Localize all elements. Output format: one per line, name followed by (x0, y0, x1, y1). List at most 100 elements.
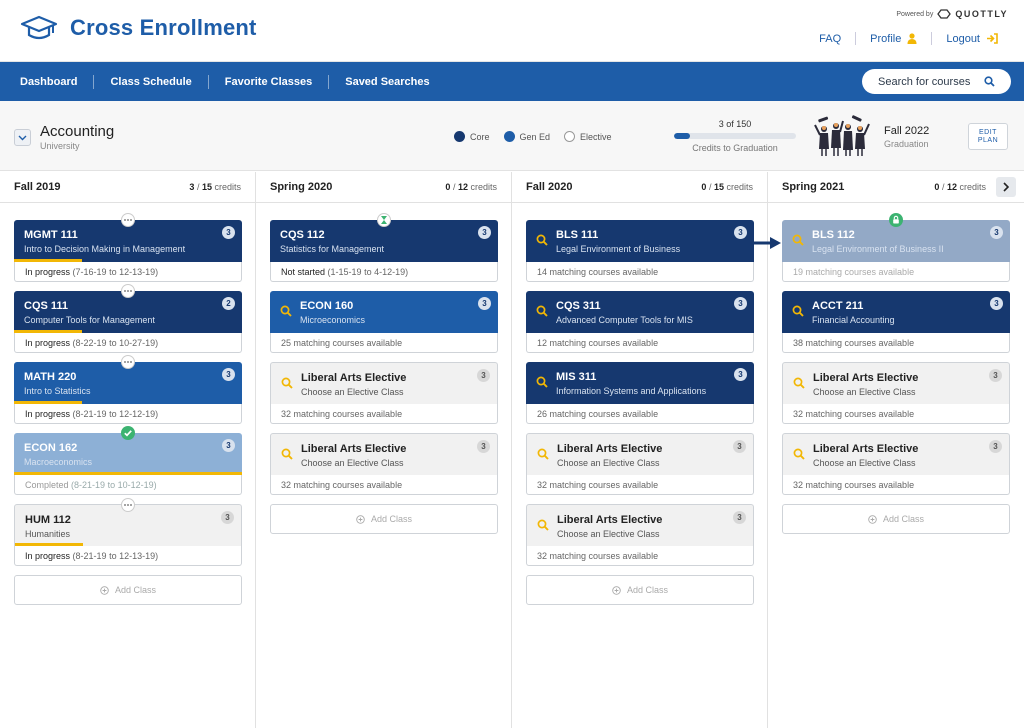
course-code: Liberal Arts Elective (301, 443, 407, 455)
course-card[interactable]: HUM 112 Humanities 3 In progress (8-21-19 t… (14, 498, 242, 566)
edit-plan-button[interactable]: EDIT PLAN (968, 123, 1008, 150)
app-logo[interactable]: Cross Enrollment (20, 14, 257, 42)
add-class-button[interactable]: Add Class (526, 575, 754, 605)
course-card-footer: 32 matching courses available (270, 404, 498, 424)
matching-courses-info: 32 matching courses available (793, 480, 915, 490)
course-dates: (8-21-19 to 12-13-19) (72, 551, 159, 561)
hourglass-icon (377, 213, 391, 227)
course-name: Computer Tools for Management (24, 315, 155, 325)
course-card[interactable]: CQS 311 Advanced Computer Tools for MIS 3 1… (526, 291, 754, 353)
major-dropdown-toggle[interactable] (14, 129, 31, 146)
credits-total: 15 (713, 182, 724, 192)
next-term-button[interactable] (996, 177, 1016, 197)
course-card[interactable]: ECON 162 Macroeconomics 3 Completed (8-21-1… (14, 426, 242, 495)
course-card[interactable]: Liberal Arts Elective Choose an Elective … (526, 433, 754, 495)
legend-elective: Elective (564, 131, 612, 142)
main-nav: Dashboard Class Schedule Favorite Classe… (0, 62, 1024, 101)
course-name: Choose an Elective Class (301, 387, 404, 397)
course-card[interactable]: MIS 311 Information Systems and Applicati… (526, 362, 754, 424)
course-name: Choose an Elective Class (557, 458, 660, 468)
completed-check-icon (121, 426, 135, 440)
nav-dashboard[interactable]: Dashboard (4, 75, 93, 89)
course-card[interactable]: Liberal Arts Elective Choose an Elective … (782, 433, 1010, 495)
course-card[interactable]: Liberal Arts Elective Choose an Elective … (270, 362, 498, 424)
course-card[interactable]: MGMT 111 Intro to Decision Making in Mana… (14, 213, 242, 282)
add-class-label: Add Class (626, 585, 669, 595)
credits-total: 15 (201, 182, 212, 192)
credit-badge: 3 (733, 511, 746, 524)
profile-link[interactable]: Profile (855, 32, 931, 45)
matching-courses-info: 12 matching courses available (537, 338, 659, 348)
credits-total: 12 (457, 182, 468, 192)
credit-badge: 3 (734, 226, 747, 239)
nav-favorite-classes[interactable]: Favorite Classes (207, 74, 328, 89)
term-credits: 0 / 12 credits (445, 182, 497, 192)
nav-saved-searches[interactable]: Saved Searches (328, 74, 445, 89)
course-search-button[interactable]: Search for courses (862, 69, 1011, 94)
nav-class-schedule[interactable]: Class Schedule (93, 74, 207, 89)
course-dates: (1-15-19 to 4-12-19) (327, 267, 409, 277)
credits-separator: / (194, 182, 202, 192)
add-class-button[interactable]: Add Class (14, 575, 242, 605)
course-card[interactable]: ACCT 211 Financial Accounting 3 38 matching… (782, 291, 1010, 353)
powered-by-label: Powered by (896, 10, 934, 18)
in-progress-icon (121, 213, 135, 227)
profile-label: Profile (870, 32, 902, 45)
plus-circle-icon (356, 514, 365, 524)
course-name: Information Systems and Applications (556, 386, 707, 396)
course-code: MATH 220 (24, 371, 77, 383)
faq-link[interactable]: FAQ (805, 32, 855, 45)
course-code: CQS 111 (24, 300, 69, 312)
credit-badge: 3 (222, 439, 235, 452)
course-dates: (8-21-19 to 10-12-19) (71, 480, 157, 490)
course-card-footer: 32 matching courses available (270, 475, 498, 495)
in-progress-icon (121, 355, 135, 369)
course-name: Choose an Elective Class (813, 458, 916, 468)
course-card-header: Liberal Arts Elective Choose an Elective … (782, 433, 1010, 475)
add-class-button[interactable]: Add Class (270, 504, 498, 534)
course-card-header: ECON 160 Microeconomics 3 (270, 291, 498, 333)
matching-courses-info: 26 matching courses available (537, 409, 659, 419)
credits-word: credits (214, 182, 241, 192)
course-type-legend: Core Gen Ed Elective (454, 131, 612, 142)
faq-label: FAQ (819, 32, 842, 45)
credits-progress-bar (674, 133, 796, 139)
course-card[interactable]: BLS 112 Legal Environment of Business II 3… (782, 213, 1010, 282)
logout-link[interactable]: Logout (931, 32, 1012, 45)
credit-badge: 3 (989, 440, 1002, 453)
add-class-button[interactable]: Add Class (782, 504, 1010, 534)
course-card[interactable]: Liberal Arts Elective Choose an Elective … (526, 504, 754, 566)
term-column: Fall 2019 3 / 15 credits MGMT 111 Intro to … (0, 172, 256, 728)
credit-badge: 3 (734, 297, 747, 310)
graduation-term-value: Fall 2022 (884, 125, 930, 137)
course-card[interactable]: CQS 111 Computer Tools for Management 2 In … (14, 284, 242, 353)
chevron-down-icon (18, 135, 27, 141)
course-card[interactable]: ECON 160 Microeconomics 3 25 matching cours… (270, 291, 498, 353)
course-name: Macroeconomics (24, 457, 93, 467)
course-code: Liberal Arts Elective (557, 443, 663, 455)
matching-courses-info: 32 matching courses available (281, 480, 403, 490)
course-card-header: Liberal Arts Elective Choose an Elective … (526, 504, 754, 546)
course-card[interactable]: CQS 112 Statistics for Management 3 Not sta… (270, 213, 498, 282)
course-card-footer: 32 matching courses available (526, 546, 754, 566)
matching-courses-info: 14 matching courses available (537, 267, 659, 277)
course-card[interactable]: Liberal Arts Elective Choose an Elective … (782, 362, 1010, 424)
search-icon (281, 377, 293, 389)
edit-plan-line1: EDIT (979, 129, 997, 136)
term-columns: Fall 2019 3 / 15 credits MGMT 111 Intro to … (0, 172, 1024, 728)
course-card-footer: 25 matching courses available (270, 333, 498, 353)
course-card[interactable]: BLS 111 Legal Environment of Business 3 14 … (526, 220, 754, 282)
course-name: Choose an Elective Class (301, 458, 404, 468)
course-card[interactable]: MATH 220 Intro to Statistics 3 In progress … (14, 355, 242, 424)
course-card-footer: 19 matching courses available (782, 262, 1010, 282)
course-card[interactable]: Liberal Arts Elective Choose an Elective … (270, 433, 498, 495)
course-code: ECON 162 (24, 442, 78, 454)
app-title: Cross Enrollment (70, 15, 257, 40)
search-icon (793, 448, 805, 460)
course-name: Statistics for Management (280, 244, 385, 254)
credit-badge: 3 (733, 440, 746, 453)
course-card-footer: 32 matching courses available (526, 475, 754, 495)
credits-label: Credits to Graduation (692, 143, 778, 153)
elective-dot-icon (564, 131, 576, 142)
course-dates: (7-16-19 to 12-13-19) (72, 267, 159, 277)
